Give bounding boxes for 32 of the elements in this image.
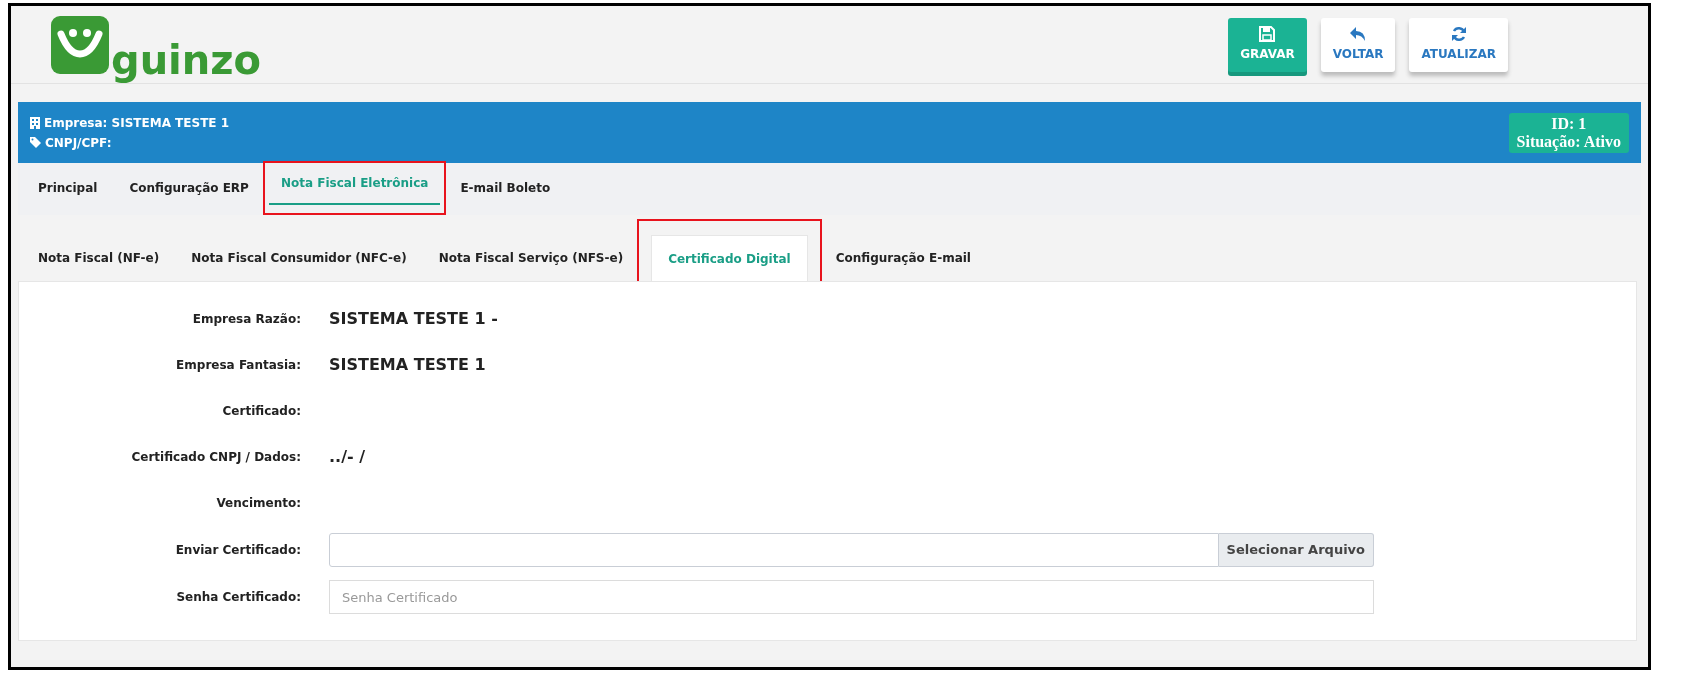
field-label: Vencimento: <box>215 495 301 512</box>
tab[interactable]: E-mail Boleto <box>448 163 563 213</box>
field-label: Certificado: <box>221 403 301 420</box>
status-text: Situação: Ativo <box>1516 132 1621 151</box>
subtab[interactable]: Configuração E-mail <box>819 235 987 281</box>
refresh-icon <box>1450 26 1467 42</box>
tab[interactable]: Principal <box>26 163 110 213</box>
field-label: Senha Certificado: <box>175 589 301 606</box>
company-name: Empresa: SISTEMA TESTE 1 <box>44 114 230 132</box>
field-value: SISTEMA TESTE 1 - <box>329 308 498 330</box>
cnpj-label: CNPJ/CPF: <box>45 134 112 152</box>
reply-arrow-icon <box>1349 26 1368 42</box>
field-label: Enviar Certificado: <box>174 542 301 559</box>
smiley-logo-icon <box>51 15 109 74</box>
field-value: SISTEMA TESTE 1 <box>329 354 486 376</box>
building-icon <box>30 116 40 129</box>
tab[interactable]: Configuração ERP <box>117 163 261 213</box>
toolbar-button[interactable]: ATUALIZAR <box>1409 17 1508 72</box>
select-file-button[interactable]: Selecionar Arquivo <box>1218 533 1374 567</box>
id-text: ID: 1 <box>1551 114 1587 133</box>
tag-icon <box>30 137 41 148</box>
file-input-field[interactable] <box>329 533 1219 567</box>
field-label: Certificado CNPJ / Dados: <box>130 449 301 466</box>
field-label: Empresa Fantasia: <box>175 357 301 374</box>
field-value: ../- / <box>329 446 366 468</box>
field-label: Empresa Razão: <box>191 311 301 328</box>
toolbar-button[interactable]: VOLTAR <box>1320 17 1396 72</box>
subtab[interactable]: Nota Fiscal Consumidor (NFC-e) <box>175 235 423 281</box>
subtab[interactable]: Nota Fiscal (NF-e) <box>22 235 176 281</box>
save-icon <box>1259 26 1276 42</box>
password-field[interactable]: Senha Certificado <box>329 580 1374 614</box>
subtab[interactable]: Nota Fiscal Serviço (NFS-e) <box>422 235 640 281</box>
